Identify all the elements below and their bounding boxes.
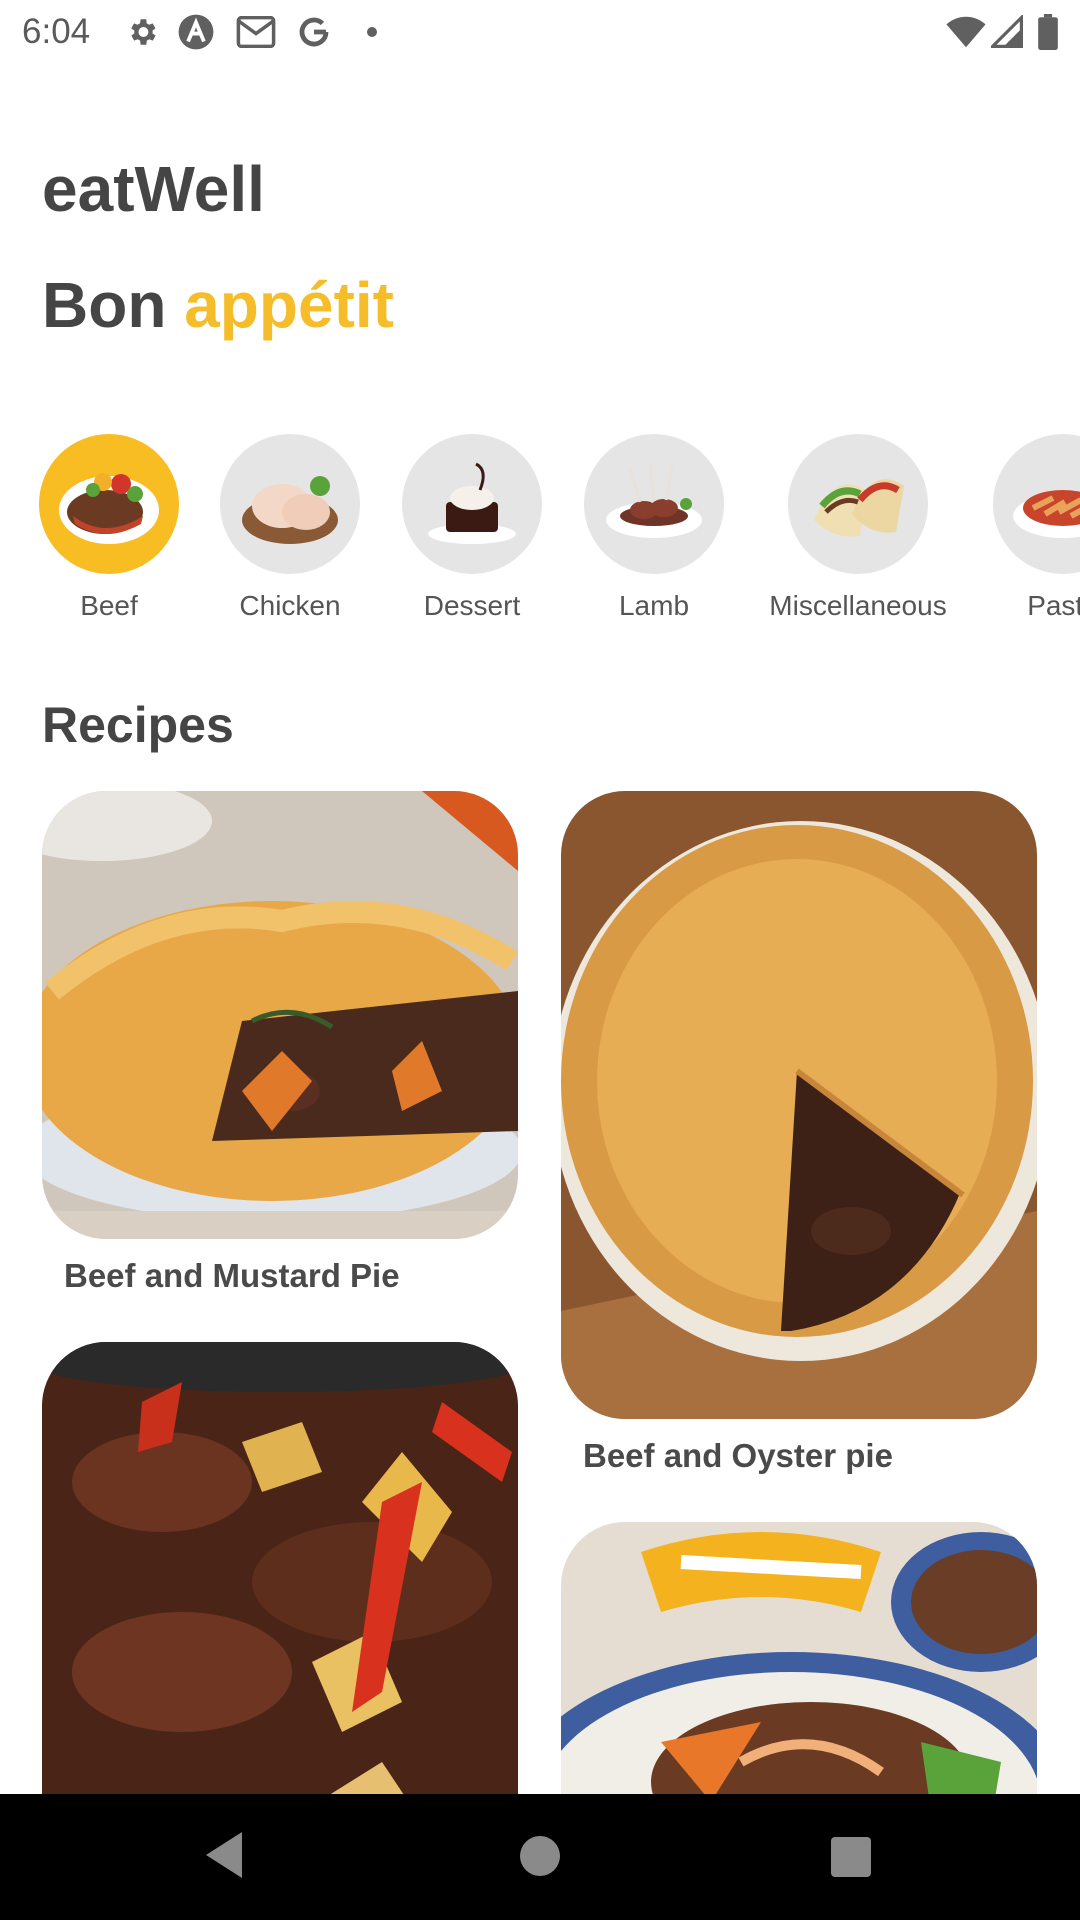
navigation-bar bbox=[0, 1794, 1080, 1920]
gmail-icon bbox=[234, 12, 278, 52]
category-dessert[interactable]: Dessert bbox=[402, 434, 542, 622]
recipe-title: Beef and Mustard Pie bbox=[64, 1257, 400, 1294]
home-icon[interactable] bbox=[518, 1834, 562, 1883]
recipe-image[interactable] bbox=[42, 791, 518, 1239]
greeting: Bon appétit bbox=[42, 268, 394, 342]
category-miscellaneous-circle[interactable] bbox=[788, 434, 928, 574]
category-dessert-circle[interactable] bbox=[402, 434, 542, 574]
category-list[interactable]: Beef Chicken Dessert Lamb Miscellaneous … bbox=[0, 434, 1080, 634]
status-time: 6:04 bbox=[22, 12, 91, 51]
category-pasta[interactable]: Pasta bbox=[993, 434, 1080, 622]
recipe-card-beef-mustard-pie[interactable]: Beef and Mustard Pie bbox=[42, 791, 518, 1295]
miscellaneous-thumbnail bbox=[804, 450, 912, 558]
category-pasta-circle[interactable] bbox=[993, 434, 1080, 574]
chicken-thumbnail bbox=[236, 450, 344, 558]
category-beef[interactable]: Beef bbox=[39, 434, 179, 622]
category-label: Lamb bbox=[618, 590, 690, 621]
beef-thumbnail bbox=[55, 450, 163, 558]
app-title: eatWell bbox=[42, 153, 265, 225]
category-label: Pasta bbox=[1027, 590, 1080, 621]
recipe-image[interactable] bbox=[561, 791, 1037, 1419]
category-beef-circle[interactable] bbox=[39, 434, 179, 574]
battery-icon bbox=[1036, 12, 1060, 52]
settings-icon bbox=[122, 12, 162, 52]
recipes-heading: Recipes bbox=[42, 697, 234, 753]
category-label: Beef bbox=[80, 590, 138, 621]
status-bar: 6:04 bbox=[0, 0, 1080, 64]
dessert-thumbnail bbox=[418, 450, 526, 558]
category-chicken[interactable]: Chicken bbox=[220, 434, 360, 622]
recents-icon[interactable] bbox=[830, 1836, 872, 1883]
greeting-plain: Bon bbox=[42, 269, 167, 341]
recipe-card-beef-oyster-pie[interactable]: Beef and Oyster pie bbox=[561, 791, 1037, 1475]
category-miscellaneous[interactable]: Miscellaneous bbox=[758, 434, 958, 622]
a-logo-icon bbox=[176, 12, 216, 52]
category-label: Chicken bbox=[239, 590, 341, 621]
back-icon[interactable] bbox=[200, 1828, 248, 1887]
dot-icon bbox=[362, 12, 382, 52]
cell-signal-icon bbox=[990, 12, 1024, 52]
recipe-image[interactable] bbox=[42, 1342, 518, 1862]
recipe-card-beef-stew[interactable] bbox=[42, 1342, 518, 1862]
lamb-thumbnail bbox=[600, 450, 708, 558]
category-lamb[interactable]: Lamb bbox=[584, 434, 724, 622]
category-label: Miscellaneous bbox=[769, 590, 947, 621]
category-lamb-circle[interactable] bbox=[584, 434, 724, 574]
recipe-title: Beef and Oyster pie bbox=[583, 1437, 893, 1474]
greeting-accent: appétit bbox=[184, 269, 394, 341]
pasta-thumbnail bbox=[1009, 450, 1080, 558]
category-chicken-circle[interactable] bbox=[220, 434, 360, 574]
wifi-icon bbox=[944, 12, 988, 52]
google-icon bbox=[294, 12, 334, 52]
category-label: Dessert bbox=[423, 590, 521, 621]
